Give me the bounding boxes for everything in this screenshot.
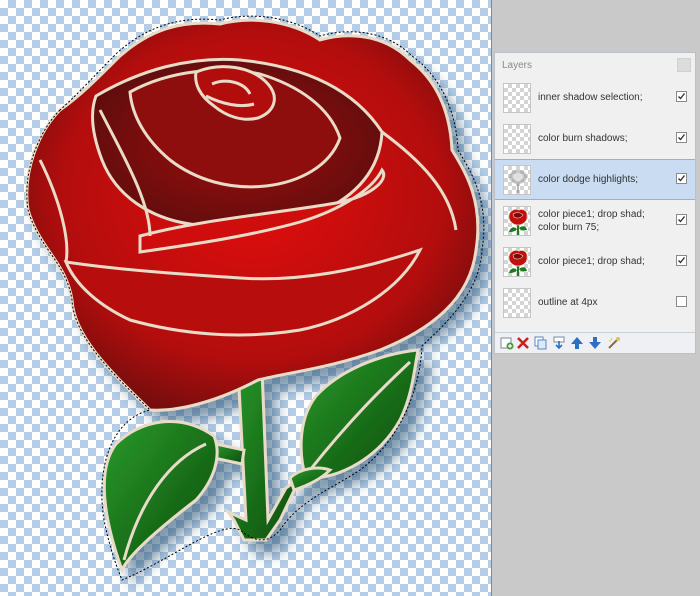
layer-row[interactable]: color piece1; drop shad;: [495, 241, 695, 282]
canvas-edge: [491, 0, 492, 596]
layers-panel-header: Layers: [495, 53, 695, 77]
layer-thumbnail: [503, 206, 531, 236]
delete-layer-icon[interactable]: [516, 336, 530, 350]
add-layer-icon[interactable]: [500, 336, 514, 350]
layer-name: outline at 4px: [538, 297, 598, 308]
layer-visibility-checkbox[interactable]: [676, 296, 687, 307]
layer-visibility-checkbox[interactable]: [676, 132, 687, 143]
rose-shape: [25, 18, 480, 575]
layer-name: inner shadow selection;: [538, 92, 643, 103]
duplicate-layer-icon[interactable]: [534, 336, 548, 350]
layer-row[interactable]: outline at 4px: [495, 282, 695, 323]
layer-row[interactable]: color burn shadows;: [495, 118, 695, 159]
layer-list: inner shadow selection; color burn shadow…: [495, 77, 695, 323]
close-icon[interactable]: [677, 58, 691, 72]
layer-visibility-checkbox[interactable]: [676, 91, 687, 102]
layer-name: color burn shadows;: [538, 133, 628, 144]
move-layer-down-icon[interactable]: [588, 336, 602, 350]
layer-row[interactable]: color piece1; drop shad; color burn 75;: [495, 200, 695, 241]
layer-thumbnail: [503, 247, 531, 277]
layers-panel-title: Layers: [502, 60, 533, 71]
layer-visibility-checkbox[interactable]: [676, 214, 687, 225]
layer-row[interactable]: color dodge highlights;: [495, 159, 695, 200]
rose-artwork: [25, 15, 485, 581]
layer-name: color piece1; drop shad; color burn 75;: [538, 208, 645, 233]
image-canvas[interactable]: [0, 0, 492, 596]
layer-row[interactable]: inner shadow selection;: [495, 77, 695, 118]
layers-panel[interactable]: Layers inner shadow selection; color burn…: [494, 52, 696, 354]
layer-visibility-checkbox[interactable]: [676, 255, 687, 266]
sepal: [288, 466, 333, 492]
layer-name: color piece1; drop shad;: [538, 256, 645, 267]
merge-down-icon[interactable]: [552, 336, 566, 350]
layer-thumbnail: [503, 124, 531, 154]
layer-thumbnail: [503, 165, 531, 195]
layers-toolbar: [495, 332, 695, 353]
layer-name: color dodge highlights;: [538, 174, 639, 185]
left-leaf: [102, 420, 219, 575]
layer-visibility-checkbox[interactable]: [676, 173, 687, 184]
layer-thumbnail: [503, 288, 531, 318]
layer-properties-icon[interactable]: [607, 336, 621, 350]
layer-thumbnail: [503, 83, 531, 113]
move-layer-up-icon[interactable]: [570, 336, 584, 350]
